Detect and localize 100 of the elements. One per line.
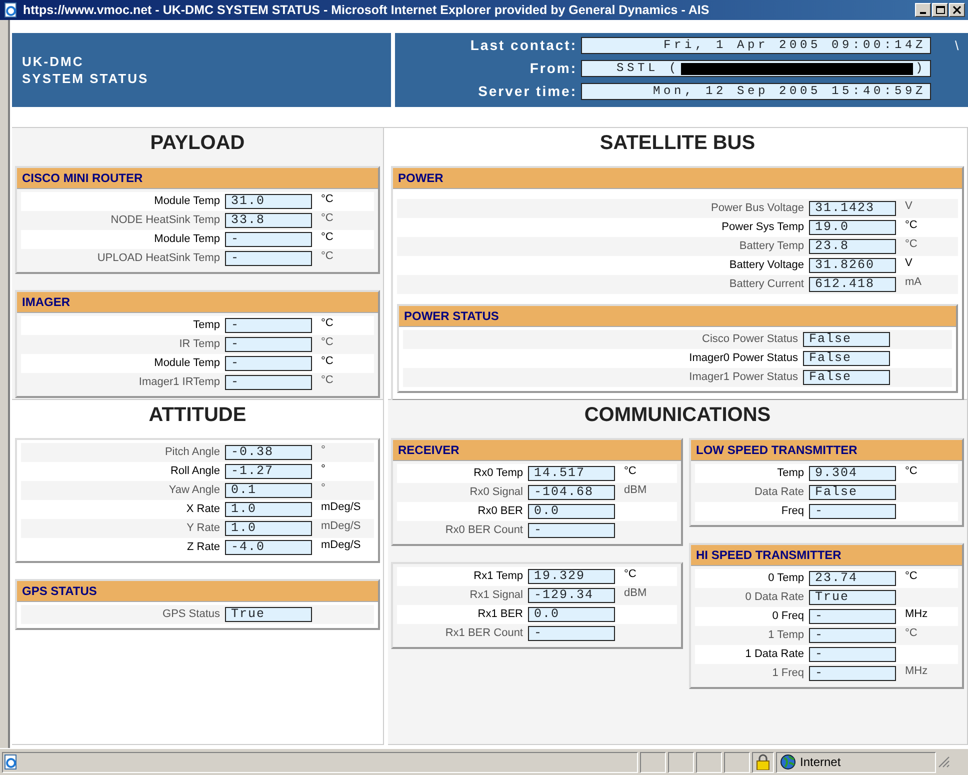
value-field: 1.0 [225, 521, 312, 536]
field-label: Rx0 BER [476, 504, 524, 520]
unit-label: dBM [624, 587, 647, 599]
unit-label: ° [321, 482, 326, 494]
field-label: Rx1 BER Count [444, 626, 524, 642]
field-label: Rx0 BER Count [444, 523, 524, 538]
unit-label: °C [321, 193, 334, 205]
value-field: 31.1423 [809, 201, 896, 216]
unit-label: mA [905, 276, 922, 288]
field-label: Imager1 Power Status [688, 370, 799, 386]
unit-label: MHz [905, 665, 928, 677]
field-label: Cisco Power Status [701, 332, 799, 348]
unit-label: °C [905, 627, 918, 639]
unit-label: °C [624, 465, 636, 477]
field-label: Rx1 BER [476, 607, 524, 622]
unit-label: °C [321, 231, 334, 243]
field-label: IR Temp [178, 337, 221, 352]
value-field: 0.1 [225, 483, 312, 498]
unit-label: ° [321, 444, 326, 456]
status-pane [640, 752, 666, 772]
minimize-icon [920, 12, 926, 14]
field-label: Rx1 Signal [468, 588, 524, 604]
field-label: Rx0 Temp [472, 466, 524, 482]
section-title: ATTITUDE [148, 404, 246, 428]
unit-label: °C [321, 212, 334, 224]
value-field: -1.27 [225, 464, 312, 479]
panel-heading: LOW SPEED TRANSMITTER [691, 440, 962, 461]
unit-label: °C [905, 219, 918, 231]
field-label: Battery Current [728, 277, 805, 292]
value-field: Fri, 1 Apr 2005 09:00:14Z [581, 37, 931, 54]
value-field: False [809, 485, 896, 500]
field-label: Battery Temp [738, 239, 805, 254]
unit-label: °C [321, 374, 334, 386]
status-pane [724, 752, 750, 772]
value-field: - [528, 626, 615, 641]
field-label: Rx1 Temp [472, 569, 524, 584]
panel-heading: IMAGER [17, 292, 378, 313]
value-field: - [809, 609, 896, 624]
field-label: Freq [780, 504, 805, 520]
value-field: False [803, 351, 890, 366]
value-field: - [225, 251, 312, 266]
globe-icon [780, 754, 796, 770]
field-label: Temp [192, 318, 221, 334]
close-button[interactable] [949, 3, 965, 17]
value-field: True [225, 607, 312, 622]
field-label: Pitch Angle [164, 445, 221, 460]
field-label: Module Temp [153, 194, 221, 210]
field-label: Power Bus Voltage [710, 201, 805, 216]
value-field: 23.8 [809, 239, 896, 254]
value-field: 9.304 [809, 466, 896, 481]
unit-label: mDeg/S [321, 501, 361, 513]
status-pane [668, 752, 694, 772]
value-field: - [809, 628, 896, 643]
header-label: Last contact: [469, 37, 578, 54]
section-title: SATELLITE BUS [600, 132, 756, 156]
unit-label: MHz [905, 608, 928, 620]
value-field: - [225, 375, 312, 390]
maximize-icon [936, 6, 944, 14]
value-field: 31.8260 [809, 258, 896, 273]
field-label: Y Rate [186, 521, 221, 536]
value-field: - [225, 356, 312, 371]
unit-label: mDeg/S [321, 539, 361, 551]
header-label: From: [528, 60, 578, 77]
unit-label: °C [321, 355, 334, 367]
field-label: 1 Freq [771, 666, 805, 682]
value-field: - [225, 232, 312, 247]
value-field: - [225, 318, 312, 333]
value-field: 19.329 [528, 569, 615, 584]
field-label: 1 Data Rate [744, 647, 805, 662]
window-title: https://www.vmoc.net - UK-DMC SYSTEM STATUS - Microsoft Internet Explorer provided by General Dynamics - AIS [23, 2, 710, 19]
value-field: 19.0 [809, 220, 896, 235]
value-field: - [225, 337, 312, 352]
unit-label: V [905, 200, 912, 212]
field-label: Imager1 IRTemp [138, 375, 221, 390]
panel-heading: HI SPEED TRANSMITTER [691, 545, 962, 566]
panel-heading: GPS STATUS [17, 581, 378, 602]
panel-heading: POWER [393, 168, 962, 189]
value-field: 0.0 [528, 504, 615, 519]
minimize-button[interactable] [915, 3, 931, 17]
panel-heading: CISCO MINI ROUTER [17, 168, 378, 189]
value-field: False [803, 332, 890, 347]
value-field: Mon, 12 Sep 2005 15:40:59Z [581, 83, 931, 100]
value-field: False [803, 370, 890, 385]
field-label: Imager0 Power Status [688, 351, 799, 366]
value-field: 31.0 [225, 194, 312, 209]
maximize-button[interactable] [932, 3, 948, 17]
value-field: - [809, 504, 896, 519]
page-icon [3, 754, 19, 770]
value-field: 33.8 [225, 213, 312, 228]
close-icon [953, 6, 961, 14]
unit-label: °C [624, 568, 636, 580]
resize-grip-icon [938, 756, 950, 768]
field-label: 0 Temp [767, 571, 805, 586]
value-field: -129.34 [528, 588, 615, 603]
value-field: - [809, 666, 896, 681]
site-title: SYSTEM STATUS [22, 70, 150, 87]
field-label: Yaw Angle [168, 483, 221, 498]
padlock-icon [756, 754, 770, 770]
field-label: 1 Temp [767, 628, 805, 644]
value-field: 0.0 [528, 607, 615, 622]
